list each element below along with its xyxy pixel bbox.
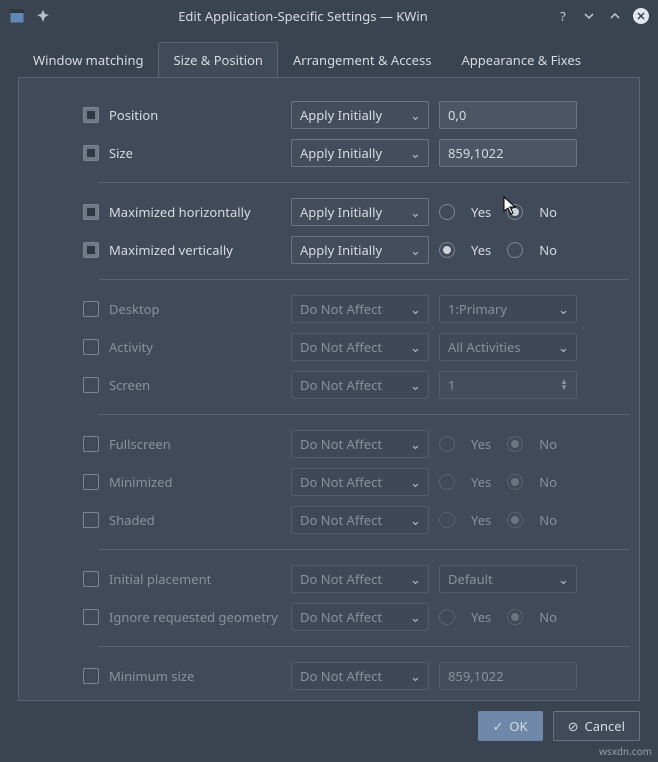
chevron-down-icon: ⌄ [410,511,420,529]
maxh-checkbox[interactable] [83,204,99,220]
minsize-mode-select: Do Not Affect⌄ [291,662,429,690]
cancel-icon: ⊘ [568,717,579,735]
position-checkbox[interactable] [83,107,99,123]
chevron-down-icon: ⌄ [410,300,420,318]
position-input[interactable]: 0,0 [439,101,577,129]
activity-checkbox[interactable] [83,339,99,355]
tab-window-matching[interactable]: Window matching [18,42,158,77]
screen-value-spinbox: 1▲▼ [439,371,577,399]
screen-checkbox[interactable] [83,377,99,393]
minimized-mode-select: Do Not Affect⌄ [291,468,429,496]
maxv-checkbox[interactable] [83,242,99,258]
maxh-yes-radio[interactable] [439,204,455,220]
maxh-yes-label: Yes [471,203,491,221]
desktop-mode-select: Do Not Affect⌄ [291,295,429,323]
maxv-no-label: No [539,241,557,259]
minsize-checkbox[interactable] [83,668,99,684]
window-title: Edit Application-Specific Settings — KWi… [60,7,546,25]
shaded-yes-radio [439,512,455,528]
cancel-button[interactable]: ⊘Cancel [553,711,640,741]
size-mode-select[interactable]: Apply Initially⌄ [291,139,429,167]
settings-panel: Position Apply Initially⌄ 0,0 Size Apply… [18,77,640,701]
chevron-down-icon: ⌄ [410,667,420,685]
minsize-label: Minimum size [109,667,281,685]
fullscreen-label: Fullscreen [109,435,281,453]
position-label: Position [109,106,281,124]
initplace-label: Initial placement [109,570,281,588]
ignore-no-radio [507,609,523,625]
maxv-mode-select[interactable]: Apply Initially⌄ [291,236,429,264]
chevron-down-icon: ⌄ [410,106,420,124]
fullscreen-no-radio [507,436,523,452]
fullscreen-mode-select: Do Not Affect⌄ [291,430,429,458]
chevron-down-icon: ⌄ [558,570,568,588]
desktop-value-select: 1:Primary⌄ [439,295,577,323]
help-button[interactable]: ? [554,7,572,25]
screen-mode-select: Do Not Affect⌄ [291,371,429,399]
minsize-input: 859,1022 [439,662,577,690]
maximize-button[interactable] [606,7,624,25]
ignore-mode-select: Do Not Affect⌄ [291,603,429,631]
initplace-checkbox[interactable] [83,571,99,587]
ignore-label: Ignore requested geometry [109,608,281,626]
tab-appearance-fixes[interactable]: Appearance & Fixes [446,42,595,77]
shaded-label: Shaded [109,511,281,529]
desktop-label: Desktop [109,300,281,318]
size-input[interactable]: 859,1022 [439,139,577,167]
maxsize-input: 859,1022 [439,700,577,701]
ignore-yes-radio [439,609,455,625]
maxv-yes-radio[interactable] [439,242,455,258]
minimized-checkbox[interactable] [83,474,99,490]
minimized-label: Minimized [109,473,281,491]
ok-button[interactable]: ✓OK [478,711,543,741]
window-icon [8,7,26,25]
chevron-down-icon: ⌄ [558,338,568,356]
chevron-down-icon: ⌄ [410,144,420,162]
position-mode-select[interactable]: Apply Initially⌄ [291,101,429,129]
maxv-no-radio[interactable] [507,242,523,258]
activity-mode-select: Do Not Affect⌄ [291,333,429,361]
size-label: Size [109,144,281,162]
initplace-value-select: Default⌄ [439,565,577,593]
fullscreen-checkbox[interactable] [83,436,99,452]
size-checkbox[interactable] [83,145,99,161]
desktop-checkbox[interactable] [83,301,99,317]
close-button[interactable] [632,7,650,25]
maxh-no-label: No [539,203,557,221]
activity-label: Activity [109,338,281,356]
check-icon: ✓ [493,717,504,735]
maxsize-mode-select: Do Not Affect⌄ [291,700,429,701]
shaded-checkbox[interactable] [83,512,99,528]
chevron-down-icon: ⌄ [410,241,420,259]
screen-label: Screen [109,376,281,394]
chevron-down-icon: ⌄ [410,435,420,453]
maxh-mode-select[interactable]: Apply Initially⌄ [291,198,429,226]
chevron-down-icon: ⌄ [410,203,420,221]
tab-arrangement-access[interactable]: Arrangement & Access [278,42,447,77]
shaded-no-radio [507,512,523,528]
chevron-down-icon: ⌄ [410,608,420,626]
chevron-down-icon: ⌄ [410,570,420,588]
chevron-down-icon: ⌄ [410,473,420,491]
chevron-down-icon: ⌄ [558,300,568,318]
initplace-mode-select: Do Not Affect⌄ [291,565,429,593]
tab-size-position[interactable]: Size & Position [158,42,277,77]
maxv-label: Maximized vertically [109,241,281,259]
shaded-mode-select: Do Not Affect⌄ [291,506,429,534]
chevron-down-icon: ⌄ [410,338,420,356]
minimized-no-radio [507,474,523,490]
activity-value-select: All Activities⌄ [439,333,577,361]
chevron-down-icon: ⌄ [410,376,420,394]
maxh-no-radio[interactable] [507,204,523,220]
ignore-checkbox[interactable] [83,609,99,625]
watermark: wsxdn.com [599,744,652,758]
pin-icon[interactable] [34,7,52,25]
minimize-button[interactable] [580,7,598,25]
maxv-yes-label: Yes [471,241,491,259]
fullscreen-yes-radio [439,436,455,452]
minimized-yes-radio [439,474,455,490]
maxh-label: Maximized horizontally [109,203,281,221]
